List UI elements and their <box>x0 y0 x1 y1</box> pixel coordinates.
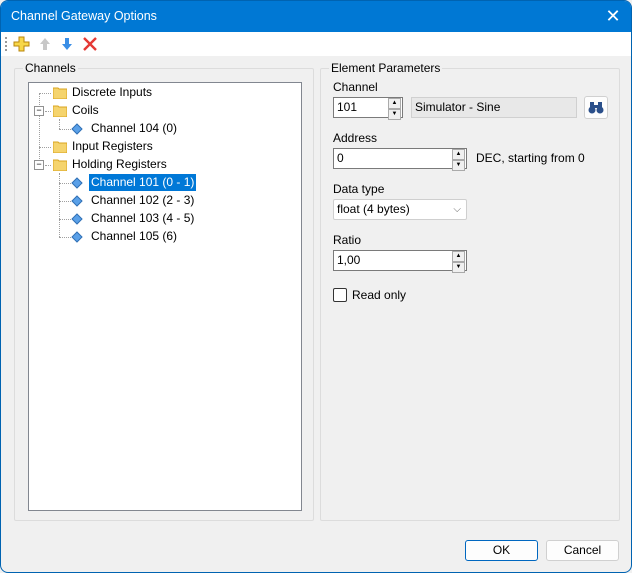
plus-icon <box>13 36 30 52</box>
address-hint: DEC, starting from 0 <box>476 151 585 165</box>
folder-icon <box>53 141 67 153</box>
tree-node-label: Channel 105 (6) <box>91 229 178 243</box>
tree-node-label: Channel 101 (0 - 1) <box>89 174 197 191</box>
collapse-icon[interactable]: − <box>34 160 44 170</box>
delete-button[interactable] <box>81 35 99 53</box>
window-title: Channel Gateway Options <box>11 9 157 23</box>
tree-node-label: Channel 104 (0) <box>91 121 178 135</box>
channel-name-value: Simulator - Sine <box>415 100 501 114</box>
title-bar: Channel Gateway Options ✕ <box>1 1 631 32</box>
close-icon[interactable]: ✕ <box>601 5 625 27</box>
channel-spinbox[interactable]: 101 ▲ ▼ <box>333 97 403 120</box>
spin-up-icon[interactable]: ▲ <box>452 251 465 262</box>
channel-diamond-icon <box>71 123 83 135</box>
tree-node-label: Input Registers <box>72 139 153 153</box>
channel-name-field: Simulator - Sine <box>411 97 577 118</box>
channel-label: Channel <box>333 80 378 94</box>
chevron-down-icon: ⌵ <box>453 204 461 215</box>
binoculars-icon <box>588 102 604 114</box>
channel-spinner[interactable]: ▲ ▼ <box>388 98 401 120</box>
dialog-window: Channel Gateway Options ✕ Channels Discr… <box>0 0 632 573</box>
move-up-button[interactable] <box>36 35 54 53</box>
move-down-button[interactable] <box>58 35 76 53</box>
ratio-spinbox[interactable]: 1,00 ▲ ▼ <box>333 250 467 273</box>
spin-up-icon[interactable]: ▲ <box>452 149 465 160</box>
collapse-icon[interactable]: − <box>34 106 44 116</box>
tree-line <box>39 147 51 148</box>
tree-line <box>59 183 71 184</box>
datatype-label: Data type <box>333 182 385 196</box>
tree-node-label: Discrete Inputs <box>72 85 153 99</box>
toolbar <box>1 32 631 57</box>
cancel-button[interactable]: Cancel <box>546 540 619 561</box>
address-spinner[interactable]: ▲ ▼ <box>452 149 465 171</box>
channels-group-title: Channels <box>23 61 78 75</box>
spin-down-icon[interactable]: ▼ <box>452 160 465 171</box>
tree-line <box>39 93 40 165</box>
delete-x-icon <box>83 37 97 51</box>
spin-up-icon[interactable]: ▲ <box>388 98 401 109</box>
tree-line <box>59 119 60 129</box>
channels-tree[interactable]: Discrete Inputs − Coils Channel 104 (0) … <box>28 82 302 511</box>
folder-icon <box>53 87 67 99</box>
tree-line <box>59 237 71 238</box>
toolbar-grip[interactable] <box>5 37 9 51</box>
folder-open-icon <box>53 159 67 171</box>
tree-line <box>45 111 51 112</box>
spin-down-icon[interactable]: ▼ <box>388 109 401 120</box>
tree-node-label: Coils <box>72 103 99 117</box>
channel-diamond-icon <box>71 231 83 243</box>
ratio-spinner[interactable]: ▲ ▼ <box>452 251 465 273</box>
channel-value: 101 <box>337 100 358 114</box>
tree-line <box>39 93 51 94</box>
address-value: 0 <box>337 151 344 165</box>
arrow-down-icon <box>62 38 72 50</box>
datatype-value: float (4 bytes) <box>337 202 410 216</box>
read-only-label[interactable]: Read only <box>352 288 406 302</box>
element-parameters-title: Element Parameters <box>329 61 443 75</box>
arrow-up-icon <box>40 38 50 50</box>
read-only-checkbox[interactable] <box>333 288 347 302</box>
tree-line <box>59 219 71 220</box>
address-label: Address <box>333 131 378 145</box>
address-spinbox[interactable]: 0 ▲ ▼ <box>333 148 467 171</box>
channel-diamond-icon <box>71 177 83 189</box>
datatype-combobox[interactable]: float (4 bytes) ⌵ <box>333 199 467 220</box>
add-button[interactable] <box>13 35 31 53</box>
ok-button[interactable]: OK <box>465 540 538 561</box>
channel-diamond-icon <box>71 213 83 225</box>
tree-node-label: Channel 102 (2 - 3) <box>91 193 195 207</box>
tree-line <box>59 201 71 202</box>
tree-node-label: Holding Registers <box>72 157 167 171</box>
tree-node-label: Channel 103 (4 - 5) <box>91 211 195 225</box>
spin-down-icon[interactable]: ▼ <box>452 262 465 273</box>
browse-channel-button[interactable] <box>584 96 608 119</box>
channel-diamond-icon <box>71 195 83 207</box>
ratio-label: Ratio <box>333 233 362 247</box>
tree-line <box>59 129 71 130</box>
tree-line <box>45 165 51 166</box>
folder-open-icon <box>53 105 67 117</box>
ratio-value: 1,00 <box>337 253 361 267</box>
